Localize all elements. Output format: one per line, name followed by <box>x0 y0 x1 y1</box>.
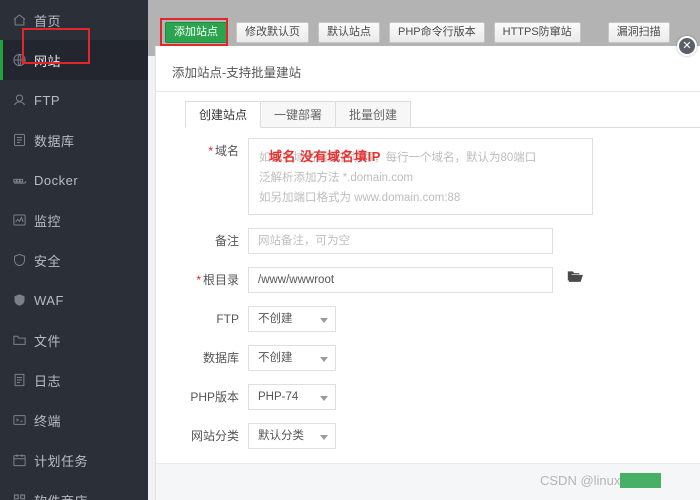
sidebar-item-label: 文件 <box>34 333 62 349</box>
domain-placeholder-line-3: 如另加端口格式为 www.domain.com:88 <box>259 192 461 204</box>
monitor-icon <box>12 213 27 228</box>
chevron-down-icon <box>320 318 328 323</box>
watermark-prefix: CSDN @linux <box>540 473 621 488</box>
form-row-ftp: FTP 不创建 <box>156 306 700 332</box>
https-anti-hijack-button[interactable]: HTTPS防窜站 <box>493 22 581 43</box>
sidebar-item-security[interactable]: 安全 <box>0 240 148 280</box>
home-icon <box>12 13 27 28</box>
sidebar-item-database[interactable]: 数据库 <box>0 120 148 160</box>
category-label: 网站分类 <box>190 429 239 443</box>
page-title: 添加站点-支持批量建站 <box>172 66 302 80</box>
default-site-button[interactable]: 默认站点 <box>318 22 380 43</box>
create-site-form: * 域名 如多个域名请换行填写，每行一个域名，默认为80端口 泛解析添加方法 *.… <box>156 138 700 462</box>
sidebar-item-label: WAF <box>34 292 64 308</box>
panel-app-window: 首页 网站 FTP 数据库 Docker 监控 安全 WAF 文件 日志 终端 … <box>0 0 700 500</box>
php-cli-version-button[interactable]: PHP命令行版本 <box>389 22 485 43</box>
sidebar-item-website[interactable]: 网站 <box>0 40 148 80</box>
ftp-label: FTP <box>216 312 239 326</box>
form-row-category: 网站分类 默认分类 <box>156 423 700 449</box>
php-version-select-value: PHP-74 <box>258 391 299 403</box>
site-toolbar: 添加站点 修改默认页 默认站点 PHP命令行版本 HTTPS防窜站 漏洞扫描 <box>165 22 670 43</box>
modal-tabs: 创建站点 一键部署 批量创建 <box>185 101 412 128</box>
domain-label: * 域名 <box>208 144 239 158</box>
sidebar-item-label: 终端 <box>34 413 62 429</box>
tab-create-site[interactable]: 创建站点 <box>185 101 262 128</box>
sidebar-item-label: 软件商店 <box>34 491 88 500</box>
watermark-highlight: 修理工 <box>620 473 662 488</box>
log-icon <box>12 373 27 388</box>
sidebar-item-logs[interactable]: 日志 <box>0 360 148 400</box>
form-row-database: 数据库 不创建 <box>156 345 700 371</box>
modify-default-page-button[interactable]: 修改默认页 <box>236 22 309 43</box>
sidebar-item-label: FTP <box>34 92 61 108</box>
sidebar-item-label: 安全 <box>34 253 62 269</box>
domain-placeholder-line-2: 泛解析添加方法 *.domain.com <box>259 172 414 184</box>
sidebar-item-terminal[interactable]: 终端 <box>0 400 148 440</box>
add-site-modal: 添加站点-支持批量建站 创建站点 一键部署 批量创建 * 域名 如多个域名请换行填… <box>155 46 700 500</box>
sidebar-item-label: 首页 <box>34 13 62 29</box>
sidebar-item-label: Docker <box>34 172 79 188</box>
root-label: * 根目录 <box>196 273 239 287</box>
sidebar-item-docker[interactable]: Docker <box>0 160 148 200</box>
form-row-note: 备注 网站备注，可为空 <box>156 228 700 254</box>
category-select[interactable]: 默认分类 <box>248 423 336 449</box>
ftp-icon <box>12 93 27 108</box>
sidebar-item-label: 监控 <box>34 213 62 229</box>
sidebar-item-cron[interactable]: 计划任务 <box>0 440 148 480</box>
globe-icon <box>12 53 27 68</box>
form-row-php-version: PHP版本 PHP-74 <box>156 384 700 410</box>
chevron-down-icon <box>320 396 328 401</box>
sidebar-item-waf[interactable]: WAF <box>0 280 148 320</box>
ftp-select-value: 不创建 <box>258 313 293 325</box>
database-select-value: 不创建 <box>258 352 293 364</box>
terminal-icon <box>12 413 27 428</box>
chevron-down-icon <box>320 357 328 362</box>
ftp-select[interactable]: 不创建 <box>248 306 336 332</box>
waf-icon <box>12 293 27 308</box>
form-row-domain: * 域名 如多个域名请换行填写，每行一个域名，默认为80端口 泛解析添加方法 *.… <box>156 138 700 215</box>
database-icon <box>12 133 27 148</box>
php-version-select[interactable]: PHP-74 <box>248 384 336 410</box>
category-select-value: 默认分类 <box>258 430 304 442</box>
note-input[interactable]: 网站备注，可为空 <box>248 228 553 254</box>
sidebar-item-app-store[interactable]: 软件商店 <box>0 480 148 500</box>
apps-icon <box>12 493 27 500</box>
title-divider <box>156 91 700 92</box>
domain-annotation-text: 域名 没有域名填IP <box>269 149 381 164</box>
domain-field-wrap: 如多个域名请换行填写，每行一个域名，默认为80端口 泛解析添加方法 *.doma… <box>248 138 593 215</box>
root-directory-input[interactable]: /www/wwwroot <box>248 267 553 293</box>
calendar-icon <box>12 453 27 468</box>
folder-icon <box>12 333 27 348</box>
sidebar-item-home[interactable]: 首页 <box>0 0 148 40</box>
chevron-down-icon <box>320 435 328 440</box>
required-mark: * <box>208 144 213 158</box>
close-icon[interactable]: ✕ <box>677 36 697 56</box>
tab-one-click-deploy[interactable]: 一键部署 <box>261 101 337 128</box>
shield-icon <box>12 253 27 268</box>
form-row-root: * 根目录 /www/wwwroot <box>156 267 700 293</box>
sidebar-item-label: 计划任务 <box>34 453 89 469</box>
sidebar-item-monitor[interactable]: 监控 <box>0 200 148 240</box>
watermark: CSDN @linux修理工 <box>540 470 662 489</box>
tab-batch-create[interactable]: 批量创建 <box>336 101 412 128</box>
sidebar-item-ftp[interactable]: FTP <box>0 80 148 120</box>
docker-icon <box>12 173 27 188</box>
sidebar-item-label: 数据库 <box>34 133 75 149</box>
sidebar-item-label: 日志 <box>34 373 62 389</box>
vulnerability-scan-button[interactable]: 漏洞扫描 <box>607 22 670 43</box>
sidebar-item-files[interactable]: 文件 <box>0 320 148 360</box>
sidebar-item-label: 网站 <box>34 53 62 69</box>
database-label: 数据库 <box>202 351 239 365</box>
php-version-label: PHP版本 <box>190 390 239 404</box>
database-select[interactable]: 不创建 <box>248 345 336 371</box>
sidebar: 首页 网站 FTP 数据库 Docker 监控 安全 WAF 文件 日志 终端 … <box>0 0 148 500</box>
add-site-button[interactable]: 添加站点 <box>165 22 227 43</box>
note-label: 备注 <box>214 234 239 248</box>
required-mark: * <box>196 273 201 287</box>
folder-open-icon[interactable] <box>567 267 584 293</box>
